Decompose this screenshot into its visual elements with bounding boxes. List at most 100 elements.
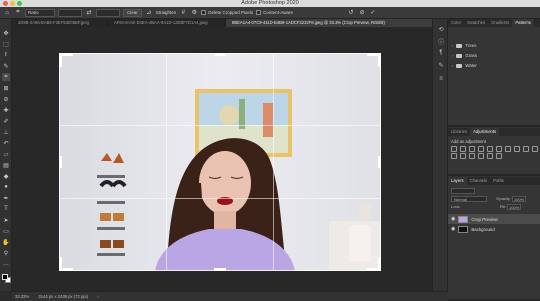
- lock-fill-row: Lock: Fill: 100%: [448, 204, 540, 210]
- overlay-grid-icon[interactable]: #: [179, 9, 187, 17]
- channel-mixer-icon[interactable]: [532, 146, 538, 152]
- crop-settings-icon[interactable]: ⚙: [190, 9, 198, 17]
- tab-patterns[interactable]: Patterns: [512, 19, 534, 27]
- exposure-icon[interactable]: [478, 146, 484, 152]
- info-icon[interactable]: ⓘ: [437, 37, 445, 46]
- layer-row-background[interactable]: ◉ Background: [448, 224, 540, 234]
- tab-document-1[interactable]: 4D9B-4A66-BAB6-F3EF53006BF.jpeg: [12, 19, 108, 27]
- frame-icon[interactable]: ⊠: [2, 84, 10, 92]
- crop-icon[interactable]: ⌗: [2, 73, 10, 81]
- black-white-icon[interactable]: [514, 146, 520, 152]
- posterize-icon[interactable]: [469, 153, 475, 159]
- gradient-icon[interactable]: ▤: [2, 161, 10, 169]
- photo-filter-icon[interactable]: [523, 146, 529, 152]
- opacity-value: 100%: [513, 197, 525, 202]
- path-select-icon[interactable]: ➤: [2, 216, 10, 224]
- tab-adjustments[interactable]: Adjustments: [470, 128, 500, 136]
- straighten-icon[interactable]: ⊿: [145, 9, 153, 17]
- quick-select-icon[interactable]: ✎: [2, 62, 10, 70]
- hue-saturation-icon[interactable]: [496, 146, 502, 152]
- layer-name: Crop Preview: [471, 216, 498, 222]
- crop-handle-top-right: [367, 53, 381, 67]
- commit-icon[interactable]: ✓: [369, 9, 377, 17]
- chevron-right-icon[interactable]: ›: [452, 41, 453, 51]
- marquee-icon[interactable]: ⬚: [2, 40, 10, 48]
- ratio-height-input[interactable]: [96, 8, 120, 17]
- eye-icon[interactable]: ◉: [451, 226, 455, 232]
- tab-swatches[interactable]: Swatches: [464, 19, 488, 27]
- status-arrow-icon[interactable]: ›: [97, 294, 98, 299]
- levels-icon[interactable]: [460, 146, 466, 152]
- ratio-dropdown[interactable]: Ratio: [25, 8, 55, 17]
- pen-icon[interactable]: ✒: [2, 194, 10, 202]
- crop-handle-top-left: [59, 53, 73, 67]
- properties-icon[interactable]: ≡: [437, 75, 445, 83]
- tab-layers[interactable]: Layers: [448, 177, 467, 185]
- eraser-icon[interactable]: ▱: [2, 150, 10, 158]
- brightness-contrast-icon[interactable]: [451, 146, 457, 152]
- pattern-folder-trees[interactable]: › Trees: [448, 41, 540, 51]
- opacity-input[interactable]: 100%: [511, 196, 526, 202]
- stamp-icon[interactable]: ⊥: [2, 128, 10, 136]
- crop-overlay[interactable]: [59, 53, 381, 271]
- chevron-right-icon[interactable]: ›: [452, 51, 453, 61]
- swap-icon[interactable]: ⇄: [85, 9, 93, 17]
- crop-tool-preset-icon[interactable]: ⌗: [14, 9, 22, 17]
- zoom-icon[interactable]: ⚲: [2, 249, 10, 257]
- brush-icon[interactable]: ✐: [2, 117, 10, 125]
- lasso-icon[interactable]: ℓ: [2, 51, 10, 59]
- patterns-panel-tabs: Color Swatches Gradients Patterns: [448, 19, 540, 27]
- vibrance-icon[interactable]: [487, 146, 493, 152]
- eyedropper-icon[interactable]: ⊘: [2, 95, 10, 103]
- more-tools-icon[interactable]: …: [2, 260, 10, 268]
- eye-icon[interactable]: ◉: [451, 216, 455, 222]
- fill-input[interactable]: 100%: [507, 204, 522, 210]
- shape-icon[interactable]: ▭: [2, 227, 10, 235]
- content-aware-checkbox[interactable]: Content-Aware: [256, 10, 293, 16]
- tab-libraries[interactable]: Libraries: [448, 128, 470, 136]
- type-icon[interactable]: T: [2, 205, 10, 213]
- ratio-width-input[interactable]: [58, 8, 82, 17]
- invert-icon[interactable]: [460, 153, 466, 159]
- history-icon[interactable]: ⟲: [437, 25, 445, 33]
- layer-row-crop-preview[interactable]: ◉ Crop Preview: [448, 214, 540, 224]
- history-brush-icon[interactable]: ↶: [2, 139, 10, 147]
- opacity-label: Opacity:: [496, 196, 511, 202]
- gradient-map-icon[interactable]: [487, 153, 493, 159]
- canvas-workspace[interactable]: [12, 27, 432, 291]
- hand-icon[interactable]: ✋: [2, 238, 10, 246]
- brush-settings-icon[interactable]: ✎: [437, 61, 445, 69]
- pattern-folder-water[interactable]: › Water: [448, 61, 540, 71]
- cancel-icon[interactable]: ⊘: [358, 9, 366, 17]
- tab-gradients[interactable]: Gradients: [488, 19, 512, 27]
- straighten-label[interactable]: Straighten: [156, 10, 177, 15]
- curves-icon[interactable]: [469, 146, 475, 152]
- tab-paths[interactable]: Paths: [490, 177, 507, 185]
- chevron-right-icon[interactable]: ›: [452, 61, 453, 71]
- healing-icon[interactable]: ✚: [2, 106, 10, 114]
- blend-mode-dropdown[interactable]: Normal: [451, 196, 487, 202]
- layer-name: Background: [471, 226, 495, 232]
- reset-icon[interactable]: ↺: [347, 9, 355, 17]
- zoom-level[interactable]: 33.33%: [15, 294, 29, 299]
- home-icon[interactable]: ⌂: [3, 9, 11, 17]
- tab-document-2[interactable]: AF6A4AAE-D4EA-4BAA-8A1D-12EBF7D1A4.jpeg: [108, 19, 226, 27]
- tab-channels[interactable]: Channels: [467, 177, 491, 185]
- threshold-icon[interactable]: [478, 153, 484, 159]
- color-lookup-icon[interactable]: [451, 153, 457, 159]
- move-icon[interactable]: ✥: [2, 29, 10, 37]
- folder-label: Water: [465, 63, 477, 68]
- foreground-color-swatch[interactable]: [2, 274, 8, 280]
- dodge-icon[interactable]: ●: [2, 183, 10, 191]
- layer-kind-filter[interactable]: [451, 188, 475, 194]
- tab-document-active[interactable]: 8BEA1A4-07C9-411D-B4B8-1ADCF3222F8.jpeg …: [226, 19, 448, 27]
- selective-color-icon[interactable]: [496, 153, 502, 159]
- clear-button[interactable]: Clear: [123, 8, 142, 17]
- blur-icon[interactable]: ◆: [2, 172, 10, 180]
- delete-cropped-checkbox[interactable]: Delete Cropped Pixels: [201, 10, 253, 16]
- color-balance-icon[interactable]: [505, 146, 511, 152]
- photoshop-window: Adobe Photoshop 2020 ⌂ ⌗ Ratio ⇄ Clear ⊿…: [0, 0, 540, 301]
- tab-color[interactable]: Color: [448, 19, 464, 27]
- paragraph-icon[interactable]: ¶: [437, 49, 445, 57]
- pattern-folder-grass[interactable]: › Grass: [448, 51, 540, 61]
